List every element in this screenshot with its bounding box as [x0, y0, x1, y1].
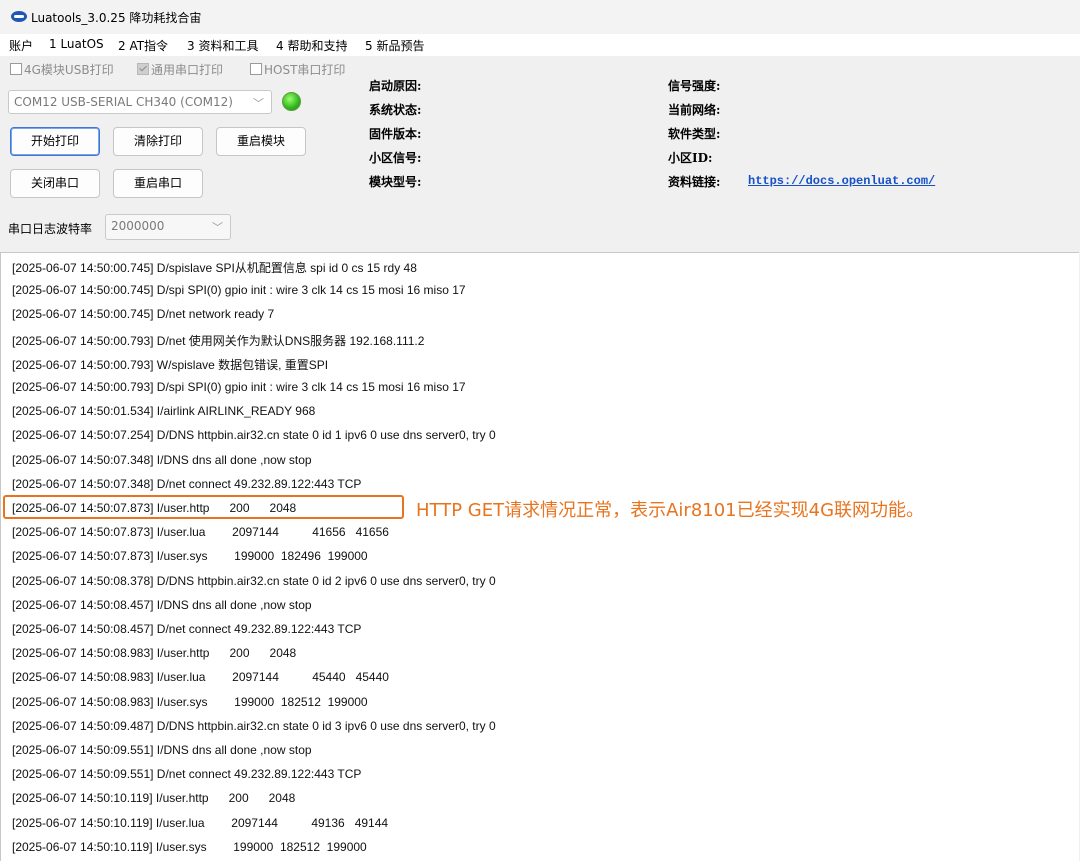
- current-network-label: 当前网络:: [668, 103, 721, 117]
- baud-rate-select[interactable]: 2000000 ﹀: [105, 214, 231, 240]
- checkbox-serial-print[interactable]: 通用串口打印: [137, 61, 223, 77]
- window-title: Luatools_3.0.25 降功耗找合宙: [31, 11, 202, 25]
- log-line: [2025-06-07 14:50:08.457] I/DNS dns all …: [12, 597, 312, 612]
- port-select-value: COM12 USB-SERIAL CH340 (COM12): [14, 95, 233, 109]
- menu-help-support[interactable]: 4 帮助和支持: [276, 37, 347, 54]
- log-line: [2025-06-07 14:50:10.119] I/user.sys 199…: [12, 839, 367, 854]
- cell-id-label: 小区ID:: [668, 151, 713, 165]
- title-bar: Luatools_3.0.25 降功耗找合宙: [0, 0, 1080, 34]
- signal-strength-label: 信号强度:: [668, 79, 721, 93]
- menu-new-products[interactable]: 5 新品预告: [365, 37, 424, 54]
- log-line: [2025-06-07 14:50:09.487] D/DNS httpbin.…: [12, 718, 496, 733]
- baud-rate-label: 串口日志波特率: [8, 222, 93, 236]
- docs-link-label: 资料链接:: [668, 175, 721, 189]
- checkbox-box[interactable]: [10, 63, 22, 75]
- log-line: [2025-06-07 14:50:00.793] D/net 使用网关作为默认…: [12, 333, 425, 348]
- software-type-label: 软件类型:: [668, 127, 721, 141]
- checkbox-label: 通用串口打印: [151, 63, 224, 77]
- close-port-button[interactable]: 关闭串口: [10, 169, 100, 198]
- start-print-button[interactable]: 开始打印: [10, 127, 100, 156]
- log-line: [2025-06-07 14:50:01.534] I/airlink AIRL…: [12, 404, 316, 419]
- port-status-indicator: [282, 92, 301, 111]
- clear-print-button[interactable]: 清除打印: [113, 127, 203, 156]
- log-line: [2025-06-07 14:50:08.983] I/user.http 20…: [12, 646, 297, 661]
- menu-luatos[interactable]: 1 LuatOS: [49, 37, 104, 51]
- log-line: [2025-06-07 14:50:10.119] I/user.http 20…: [12, 791, 296, 806]
- highlight-box: [3, 495, 404, 519]
- port-select[interactable]: COM12 USB-SERIAL CH340 (COM12) ﹀: [8, 90, 272, 114]
- chevron-down-icon: ﹀: [212, 221, 223, 234]
- log-line: [2025-06-07 14:50:07.873] I/user.lua 209…: [12, 525, 389, 540]
- checkbox-box[interactable]: [137, 63, 149, 75]
- chevron-down-icon: ﹀: [253, 97, 264, 110]
- log-line: [2025-06-07 14:50:07.254] D/DNS httpbin.…: [12, 428, 496, 443]
- log-line: [2025-06-07 14:50:09.551] I/DNS dns all …: [12, 743, 312, 757]
- docs-link[interactable]: https://docs.openluat.com/: [748, 174, 935, 188]
- restart-port-button[interactable]: 重启串口: [113, 169, 203, 198]
- checkbox-label: 4G模块USB打印: [24, 63, 114, 77]
- log-line: [2025-06-07 14:50:07.873] I/user.sys 199…: [12, 549, 368, 564]
- menu-at-commands[interactable]: 2 AT指令: [118, 37, 168, 54]
- log-line: [2025-06-07 14:50:08.983] I/user.sys 199…: [12, 694, 368, 709]
- log-line: [2025-06-07 14:50:07.348] I/DNS dns all …: [12, 452, 312, 467]
- cell-signal-label: 小区信号:: [369, 151, 422, 165]
- checkbox-host-serial-print[interactable]: HOST串口打印: [250, 61, 345, 77]
- log-output[interactable]: [2025-06-07 14:50:00.745] D/spislave SPI…: [0, 252, 1079, 861]
- annotation-text: HTTP GET请求情况正常，表示Air8101已经实现4G联网功能。: [416, 500, 925, 521]
- log-line: [2025-06-07 14:50:00.745] D/spislave SPI…: [12, 261, 417, 275]
- restart-module-button[interactable]: 重启模块: [216, 127, 306, 156]
- baud-rate-value: 2000000: [111, 219, 165, 233]
- log-line: [2025-06-07 14:50:08.983] I/user.lua 209…: [12, 670, 389, 685]
- menu-bar: 账户 1 LuatOS 2 AT指令 3 资料和工具 4 帮助和支持 5 新品预…: [0, 34, 1080, 57]
- firmware-version-label: 固件版本:: [369, 127, 422, 141]
- log-line: [2025-06-07 14:50:07.348] D/net connect …: [12, 476, 362, 491]
- log-line: [2025-06-07 14:50:08.457] D/net connect …: [12, 622, 362, 636]
- menu-account[interactable]: 账户: [9, 37, 33, 54]
- system-status-label: 系统状态:: [369, 103, 422, 117]
- log-line: [2025-06-07 14:50:08.378] D/DNS httpbin.…: [12, 573, 496, 588]
- log-line: [2025-06-07 14:50:00.793] D/spi SPI(0) g…: [12, 380, 466, 394]
- log-line: [2025-06-07 14:50:00.745] D/net network …: [12, 307, 275, 322]
- module-model-label: 模块型号:: [369, 175, 422, 189]
- checkbox-label: HOST串口打印: [264, 63, 346, 77]
- boot-reason-label: 启动原因:: [369, 79, 422, 93]
- log-line: [2025-06-07 14:50:00.793] W/spislave 数据包…: [12, 357, 329, 372]
- log-line: [2025-06-07 14:50:10.119] I/user.lua 209…: [12, 815, 389, 830]
- checkbox-4g-usb-print[interactable]: 4G模块USB打印: [10, 61, 114, 77]
- app-logo-icon: [11, 11, 27, 22]
- checkbox-box[interactable]: [250, 63, 262, 75]
- log-line: [2025-06-07 14:50:00.745] D/spi SPI(0) g…: [12, 283, 466, 298]
- menu-docs-tools[interactable]: 3 资料和工具: [187, 37, 258, 54]
- log-line: [2025-06-07 14:50:09.551] D/net connect …: [12, 767, 362, 782]
